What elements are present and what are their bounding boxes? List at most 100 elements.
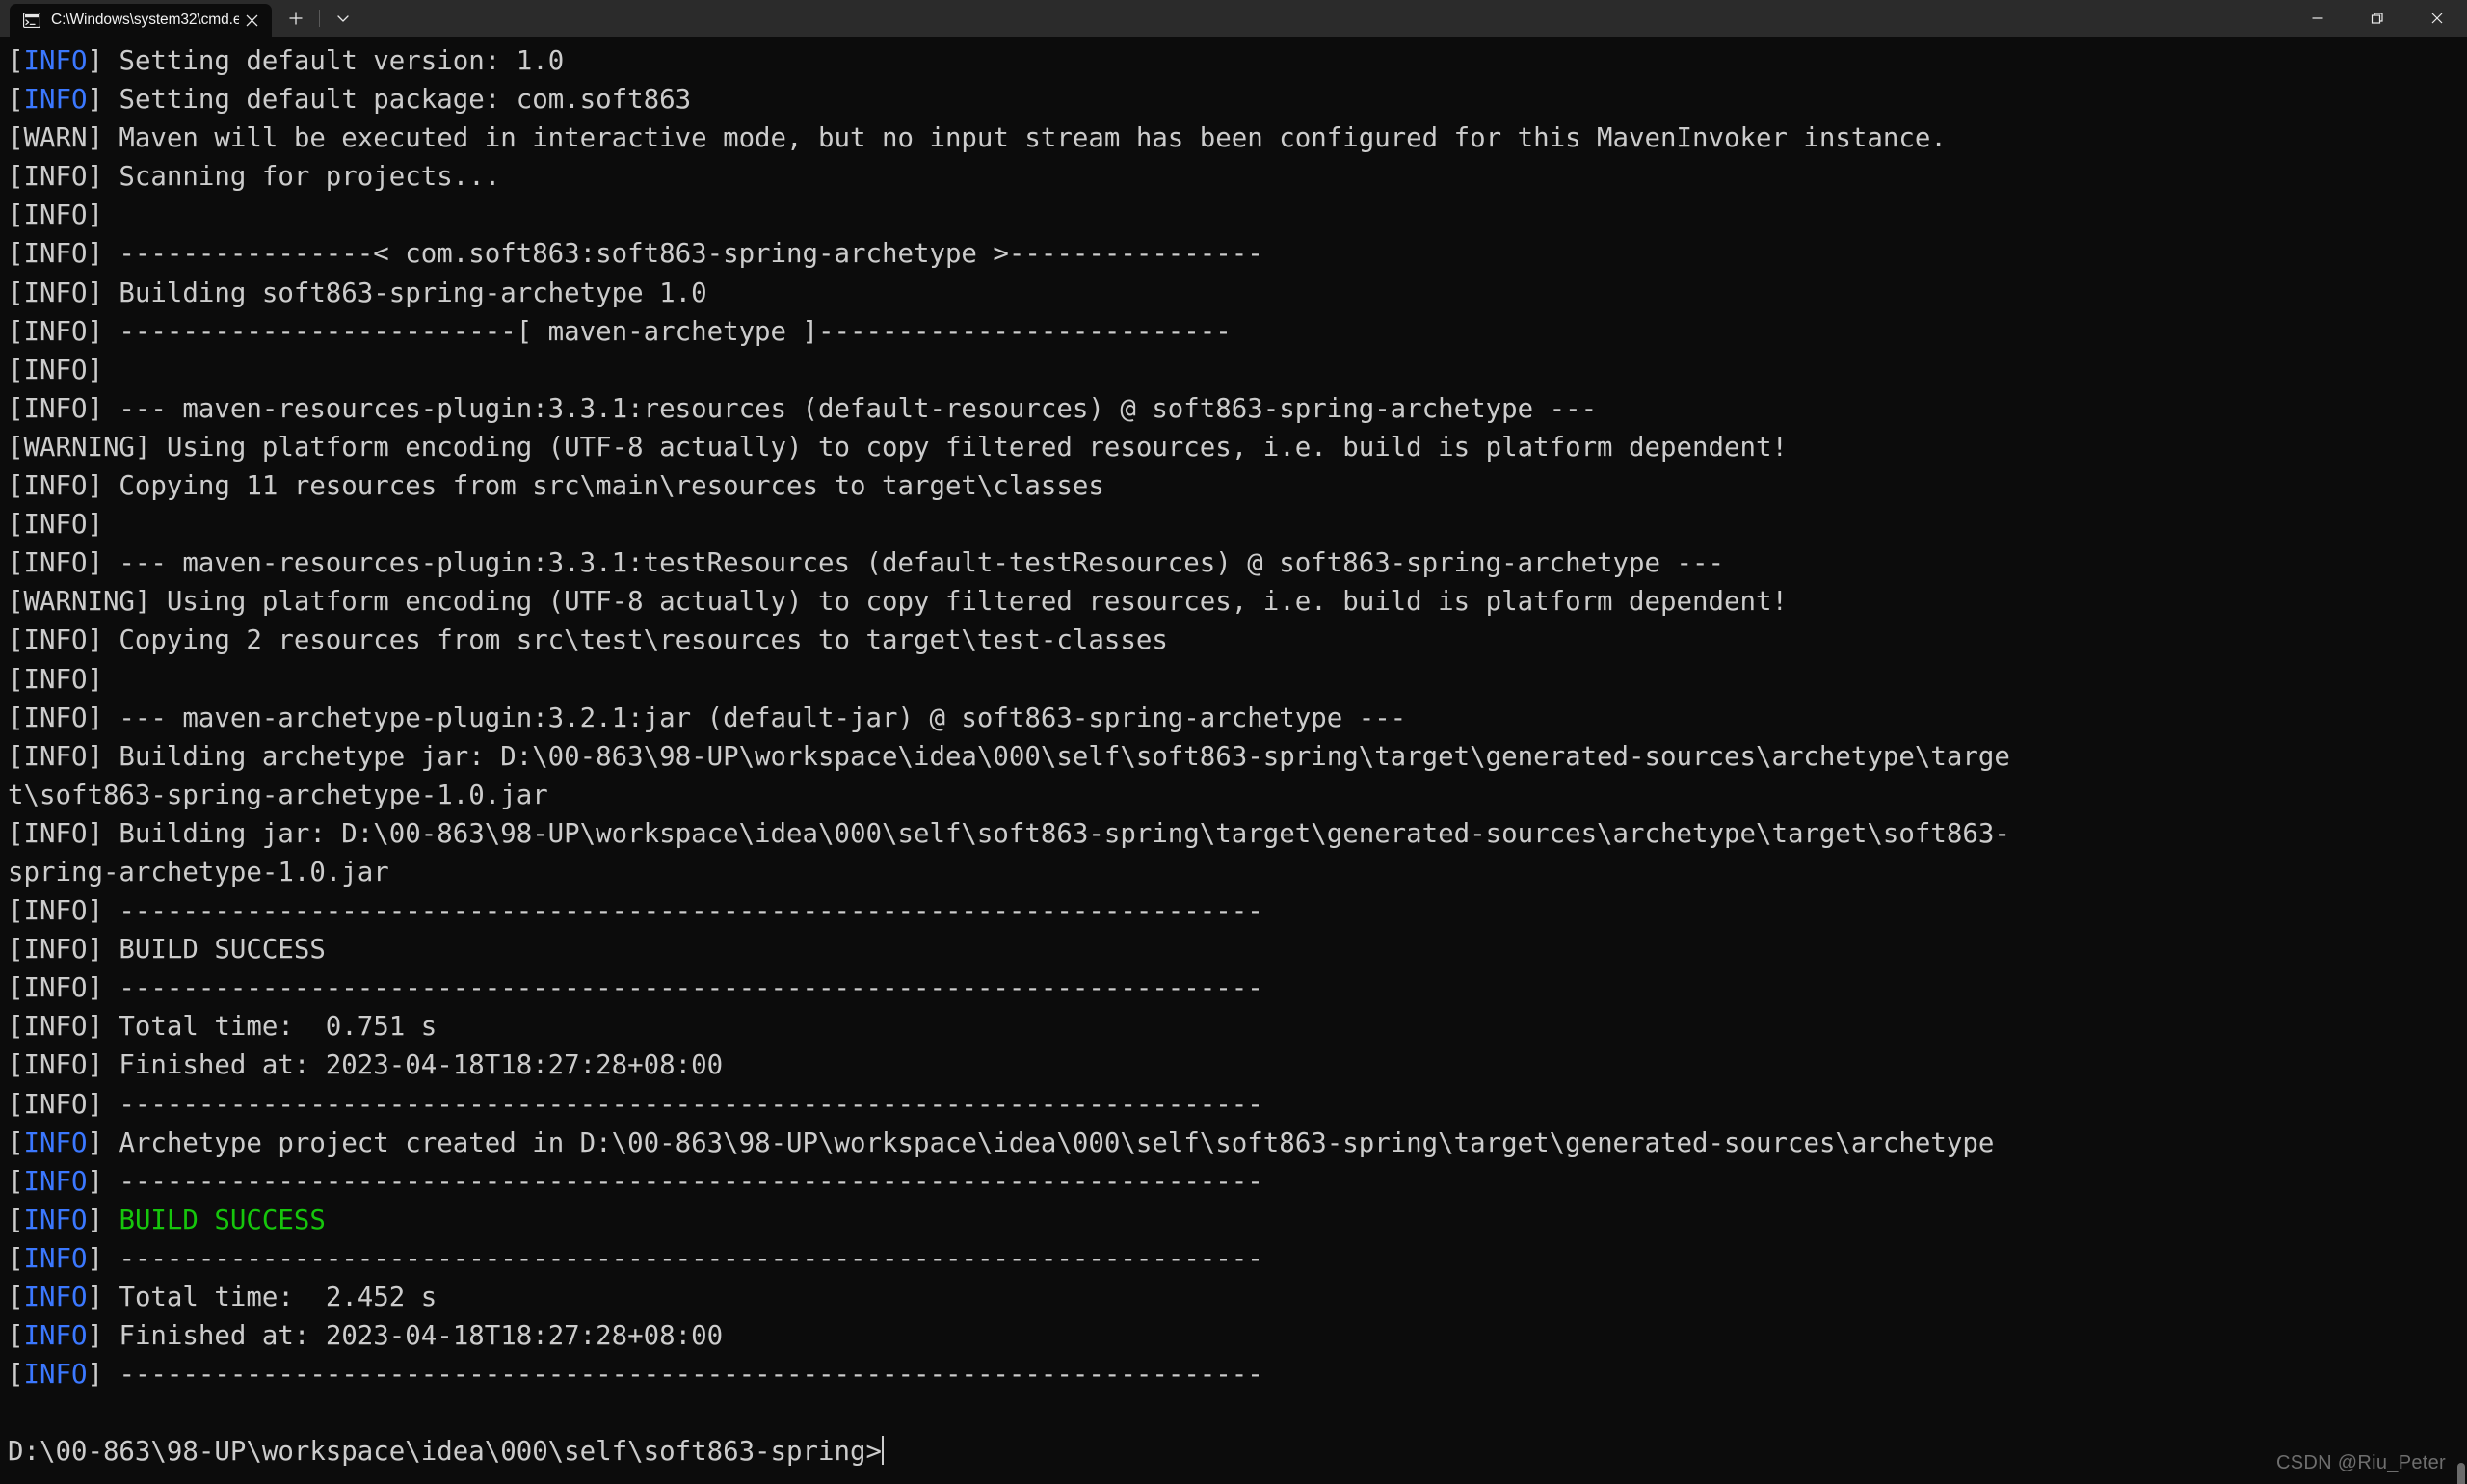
terminal-text: ] Finished at: 2023-04-18T18:27:28+08:00 [87, 1321, 724, 1352]
terminal-line: [INFO] --- maven-resources-plugin:3.3.1:… [8, 544, 2467, 583]
terminal-output: [INFO] Setting default version: 1.0 [INFO… [8, 42, 2467, 1433]
terminal-text: INFO [23, 1321, 88, 1352]
maximize-restore-icon[interactable] [2348, 0, 2407, 37]
terminal-line: [INFO] Building soft863-spring-archetype… [8, 275, 2467, 313]
terminal-line: [INFO] BUILD SUCCESS [8, 931, 2467, 969]
terminal-line: [INFO] ---------------------------------… [8, 1086, 2467, 1125]
terminal-line: [INFO] ---------------------------------… [8, 969, 2467, 1008]
terminal-text: [INFO] Copying 11 resources from src\mai… [8, 471, 1104, 502]
terminal-text: [INFO] Finished at: 2023-04-18T18:27:28+… [8, 1050, 724, 1081]
terminal-text: ] --------------------------------------… [87, 1360, 1263, 1391]
terminal-text: [ [8, 1321, 24, 1352]
terminal-text: [INFO] ----------------< com.soft863:sof… [8, 239, 1263, 270]
terminal-text: INFO [23, 1360, 88, 1391]
terminal-text: INFO [23, 46, 88, 76]
terminal-line: [INFO] Setting default version: 1.0 [8, 42, 2467, 81]
terminal-text: [INFO] ---------------------------------… [8, 973, 1263, 1004]
terminal-line: [INFO] Building archetype jar: D:\00-863… [8, 738, 2467, 777]
terminal-text: INFO [23, 1166, 88, 1197]
toolbar-divider [319, 10, 320, 27]
terminal-text: ] Setting default version: 1.0 [87, 46, 565, 76]
terminal-line: [INFO] ----------------< com.soft863:sof… [8, 235, 2467, 274]
terminal-text: INFO [23, 1283, 88, 1312]
terminal-text: [INFO] ---------------------------------… [8, 896, 1263, 927]
terminal-line: [INFO] Scanning for projects... [8, 158, 2467, 197]
chevron-down-icon[interactable] [325, 3, 361, 34]
terminal-text: [INFO] Building archetype jar: D:\00-863… [8, 741, 2010, 772]
terminal-text: INFO [23, 1127, 88, 1158]
terminal-line: [INFO] ---------------------------------… [8, 1356, 2467, 1394]
new-tab-icon[interactable] [278, 3, 314, 34]
terminal-line: [INFO] Archetype project created in D:\0… [8, 1125, 2467, 1163]
terminal-text: ] --------------------------------------… [87, 1166, 1263, 1197]
terminal-text: [INFO] [8, 664, 103, 695]
terminal-text: [ [8, 46, 24, 76]
terminal-text: spring-archetype-1.0.jar [8, 857, 389, 888]
terminal-line: [WARN] Maven will be executed in interac… [8, 119, 2467, 158]
terminal-line: [INFO] ---------------------------------… [8, 1240, 2467, 1279]
terminal-text: BUILD SUCCESS [119, 1205, 326, 1235]
terminal-line: [INFO] Finished at: 2023-04-18T18:27:28+… [8, 1317, 2467, 1356]
terminal-text: [INFO] --- maven-archetype-plugin:3.2.1:… [8, 702, 1407, 733]
terminal-text: [INFO] ---------------------------------… [8, 1089, 1263, 1120]
terminal-line: [INFO] [8, 661, 2467, 700]
terminal-text: [ [8, 1243, 24, 1274]
terminal-text: [ [8, 1360, 24, 1391]
terminal-pane[interactable]: [INFO] Setting default version: 1.0 [INFO… [0, 37, 2467, 1484]
terminal-text: [INFO] Total time: 0.751 s [8, 1012, 438, 1043]
terminal-text: [ [8, 1127, 24, 1158]
terminal-text: t\soft863-spring-archetype-1.0.jar [8, 780, 548, 810]
text-cursor [881, 1436, 884, 1466]
tab-strip: C:\Windows\system32\cmd.e [0, 0, 361, 37]
terminal-text: [WARNING] Using platform encoding (UTF-8… [8, 432, 1788, 463]
terminal-line: [INFO] --- maven-resources-plugin:3.3.1:… [8, 390, 2467, 429]
new-tab-group [272, 0, 361, 37]
terminal-text: [INFO] BUILD SUCCESS [8, 935, 326, 966]
terminal-line: [INFO] Finished at: 2023-04-18T18:27:28+… [8, 1047, 2467, 1085]
terminal-text: [INFO] --- maven-resources-plugin:3.3.1:… [8, 548, 1724, 579]
scrollbar-thumb[interactable] [2457, 1463, 2465, 1484]
terminal-line: [INFO] BUILD SUCCESS [8, 1202, 2467, 1240]
terminal-text: [INFO] Copying 2 resources from src\test… [8, 625, 1168, 656]
terminal-text: [INFO] Building soft863-spring-archetype… [8, 278, 707, 308]
close-window-icon[interactable] [2407, 0, 2467, 37]
terminal-text: ] --------------------------------------… [87, 1243, 1263, 1274]
terminal-line: [INFO] Copying 11 resources from src\mai… [8, 467, 2467, 506]
terminal-line: [INFO] Copying 2 resources from src\test… [8, 622, 2467, 660]
terminal-line: [INFO] Total time: 2.452 s [8, 1279, 2467, 1317]
terminal-line: [INFO] [8, 197, 2467, 235]
terminal-text: ] [87, 1205, 119, 1235]
terminal-text: [WARNING] Using platform encoding (UTF-8… [8, 587, 1788, 618]
close-tab-icon[interactable] [239, 8, 264, 33]
terminal-line: [WARNING] Using platform encoding (UTF-8… [8, 429, 2467, 467]
prompt-line: D:\00-863\98-UP\workspace\idea\000\self\… [8, 1433, 2467, 1471]
prompt-path: D:\00-863\98-UP\workspace\idea\000\self\… [8, 1437, 882, 1468]
terminal-text: ] Archetype project created in D:\00-863… [87, 1127, 1995, 1158]
terminal-tab[interactable]: C:\Windows\system32\cmd.e [10, 4, 272, 37]
terminal-text: [ [8, 85, 24, 116]
title-bar: C:\Windows\system32\cmd.e [0, 0, 2467, 37]
terminal-text: [INFO] -------------------------[ maven-… [8, 316, 1232, 347]
minimize-icon[interactable] [2288, 0, 2348, 37]
terminal-text: ] Setting default package: com.soft863 [87, 85, 692, 116]
window-controls [2288, 0, 2467, 37]
terminal-line: [INFO] Building jar: D:\00-863\98-UP\wor… [8, 815, 2467, 854]
terminal-line: [INFO] Setting default package: com.soft… [8, 81, 2467, 119]
terminal-text: [INFO] [8, 200, 103, 231]
terminal-text: INFO [23, 1205, 88, 1235]
terminal-text: [INFO] [8, 355, 103, 385]
terminal-text: [INFO] Building jar: D:\00-863\98-UP\wor… [8, 818, 2010, 849]
terminal-line: [INFO] --- maven-archetype-plugin:3.2.1:… [8, 700, 2467, 738]
tab-title: C:\Windows\system32\cmd.e [51, 12, 239, 28]
terminal-text: [INFO] Scanning for projects... [8, 162, 501, 193]
terminal-line: [INFO] ---------------------------------… [8, 892, 2467, 931]
terminal-text: [ [8, 1166, 24, 1197]
terminal-text: [ [8, 1205, 24, 1235]
cmd-console-icon [22, 12, 41, 29]
terminal-text: [ [8, 1283, 24, 1312]
terminal-line: [INFO] [8, 352, 2467, 390]
watermark: CSDN @Riu_Peter [2276, 1452, 2446, 1473]
terminal-text: [WARN] Maven will be executed in interac… [8, 123, 1947, 154]
terminal-text: [INFO] [8, 510, 103, 541]
